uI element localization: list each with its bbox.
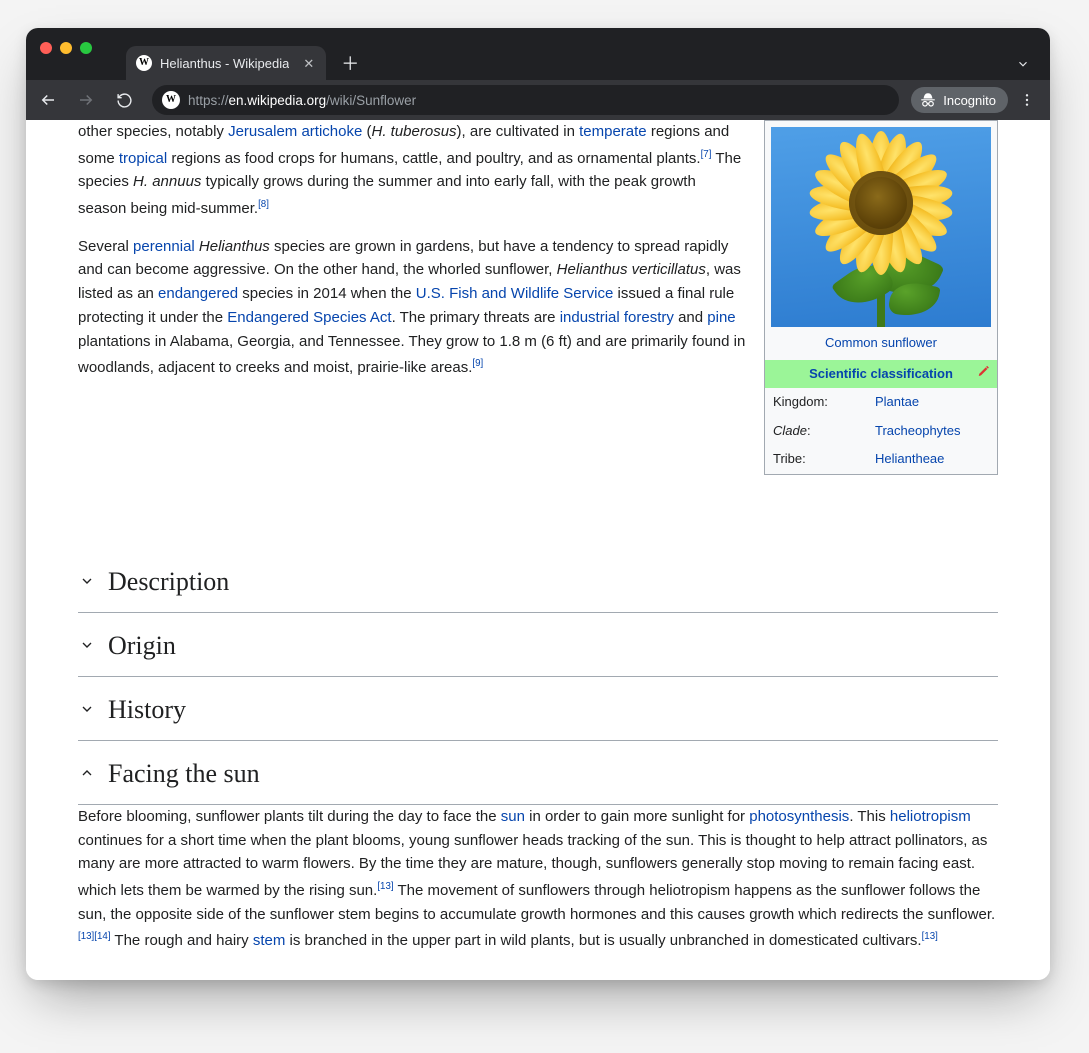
chevron-down-icon [78, 572, 96, 590]
link-industrial-forestry[interactable]: industrial forestry [560, 309, 674, 326]
window-controls [40, 42, 92, 54]
tab-title: Helianthus - Wikipedia [160, 56, 289, 71]
reference-13[interactable]: [13] [78, 931, 94, 942]
close-tab-button[interactable]: ✕ [303, 57, 314, 70]
back-button[interactable] [32, 84, 64, 116]
link-photosynthesis[interactable]: photosynthesis [749, 808, 849, 825]
sunflower-illustration [771, 127, 991, 327]
new-tab-button[interactable]: ＋ [336, 49, 364, 77]
taxonomy-value-link[interactable]: Plantae [875, 394, 919, 409]
section-heading-facing[interactable]: Facing the sun [78, 741, 998, 805]
scientific-classification-link[interactable]: Scientific classification [809, 366, 953, 381]
reference-13[interactable]: [13] [922, 931, 938, 942]
section-heading-history[interactable]: History [78, 677, 998, 740]
section-morphology: Morphology [78, 973, 998, 980]
section-body-facing: Before blooming, sunflower plants tilt d… [78, 805, 998, 973]
reload-button[interactable] [108, 84, 140, 116]
taxonomy-row: Clade: Tracheophytes [765, 417, 997, 446]
reload-icon [116, 92, 133, 109]
pencil-icon [977, 364, 991, 378]
link-temperate[interactable]: temperate [579, 123, 647, 140]
tabs-dropdown-button[interactable] [1006, 51, 1040, 80]
url-text: https://en.wikipedia.org/wiki/Sunflower [188, 93, 416, 108]
forward-button[interactable] [70, 84, 102, 116]
link-usfws[interactable]: U.S. Fish and Wildlife Service [416, 285, 614, 302]
section-heading-origin[interactable]: Origin [78, 613, 998, 676]
taxonomy-rank: Tribe: [765, 445, 867, 474]
link-perennial[interactable]: perennial [133, 238, 195, 255]
reference-13[interactable]: [13] [377, 881, 393, 892]
chevron-down-icon [78, 700, 96, 718]
chevron-up-icon [78, 764, 96, 782]
kebab-icon [1019, 92, 1035, 108]
reference-8[interactable]: [8] [258, 199, 269, 210]
section-facing-the-sun: Facing the sun Before blooming, sunflowe… [78, 741, 998, 973]
taxonomy-row: Kingdom: Plantae [765, 388, 997, 417]
tabstrip: W Helianthus - Wikipedia ✕ ＋ [126, 46, 364, 80]
section-description: Description [78, 549, 998, 613]
link-endangered-species-act[interactable]: Endangered Species Act [227, 309, 391, 326]
wikipedia-favicon-icon: W [136, 55, 152, 71]
link-heliotropism[interactable]: heliotropism [890, 808, 971, 825]
browser-tab[interactable]: W Helianthus - Wikipedia ✕ [126, 46, 326, 80]
reference-9[interactable]: [9] [472, 358, 483, 369]
chevron-down-icon [78, 636, 96, 654]
link-pine[interactable]: pine [707, 309, 735, 326]
incognito-label: Incognito [943, 93, 996, 108]
edit-classification-button[interactable] [977, 364, 991, 385]
address-bar[interactable]: W https://en.wikipedia.org/wiki/Sunflowe… [152, 85, 899, 115]
body-paragraph: Before blooming, sunflower plants tilt d… [78, 805, 998, 953]
site-identity-icon[interactable]: W [162, 91, 180, 109]
infobox-caption-link[interactable]: Common sunflower [825, 335, 937, 350]
arrow-left-icon [39, 91, 57, 109]
infobox: Common sunflower Scientific classificati… [764, 120, 998, 475]
arrow-right-icon [77, 91, 95, 109]
infobox-caption: Common sunflower [765, 329, 997, 360]
taxonomy-table: Kingdom: Plantae Clade: Tracheophytes Tribe:… [765, 388, 997, 474]
link-tropical[interactable]: tropical [119, 150, 167, 167]
close-window-button[interactable] [40, 42, 52, 54]
section-heading-description[interactable]: Description [78, 549, 998, 612]
article-content: Common sunflower Scientific classificati… [26, 120, 1050, 980]
titlebar: W Helianthus - Wikipedia ✕ ＋ [26, 28, 1050, 80]
taxonomy-rank: Kingdom: [765, 388, 867, 417]
toolbar: W https://en.wikipedia.org/wiki/Sunflowe… [26, 80, 1050, 120]
incognito-icon [919, 91, 937, 109]
link-jerusalem-artichoke[interactable]: Jerusalem artichoke [228, 123, 362, 140]
minimize-window-button[interactable] [60, 42, 72, 54]
reference-7[interactable]: [7] [701, 149, 712, 160]
infobox-image[interactable] [771, 127, 991, 327]
reference-14[interactable]: [14] [94, 931, 110, 942]
incognito-badge[interactable]: Incognito [911, 87, 1008, 113]
taxonomy-rank: Clade: [765, 417, 867, 446]
browser-window: W Helianthus - Wikipedia ✕ ＋ W [26, 28, 1050, 980]
taxonomy-row: Tribe: Heliantheae [765, 445, 997, 474]
browser-menu-button[interactable] [1014, 92, 1040, 108]
link-endangered[interactable]: endangered [158, 285, 238, 302]
taxonomy-value-link[interactable]: Heliantheae [875, 451, 944, 466]
section-origin: Origin [78, 613, 998, 677]
section-heading-morphology[interactable]: Morphology [78, 973, 998, 980]
link-sun[interactable]: sun [501, 808, 525, 825]
maximize-window-button[interactable] [80, 42, 92, 54]
section-history: History [78, 677, 998, 741]
link-stem[interactable]: stem [253, 932, 286, 949]
page-viewport[interactable]: Common sunflower Scientific classificati… [26, 120, 1050, 980]
scientific-classification-header: Scientific classification [765, 360, 997, 389]
taxonomy-value-link[interactable]: Tracheophytes [875, 423, 961, 438]
